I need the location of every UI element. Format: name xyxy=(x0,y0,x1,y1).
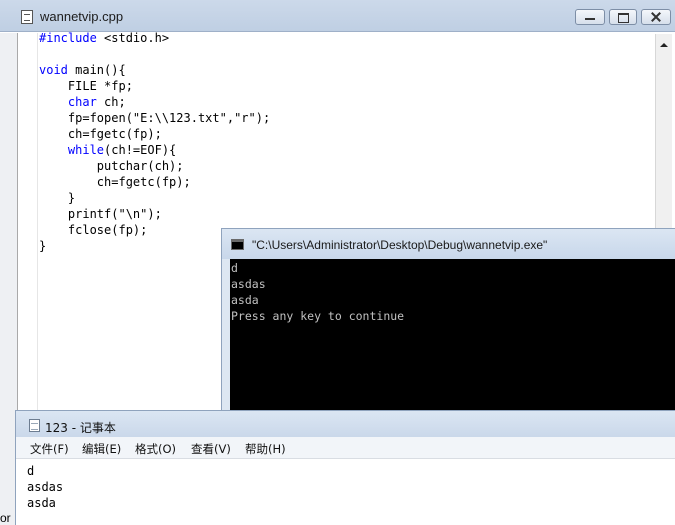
code-line: ch=fgetc(fp); xyxy=(39,175,191,189)
menu-view[interactable]: 查看(V) xyxy=(191,441,231,457)
editor-title: wannetvip.cpp xyxy=(40,9,124,24)
code-line: #include <stdio.h> xyxy=(39,30,649,46)
console-lines: d asdas asda Press any key to continue xyxy=(231,260,404,324)
notepad-title: 123 - 记事本 xyxy=(45,421,116,435)
console-line: Press any key to continue xyxy=(231,309,405,323)
code-line: ch=fgetc(fp); xyxy=(39,127,162,141)
console-line: asda xyxy=(231,293,259,307)
console-output[interactable]: d asdas asda Press any key to continue xyxy=(230,259,675,419)
code-line: putchar(ch); xyxy=(39,159,184,173)
code-text: main(){ xyxy=(67,63,126,77)
console-line: asdas xyxy=(231,277,266,291)
code-text: (ch!=EOF){ xyxy=(104,143,177,157)
code-text: ch; xyxy=(96,95,126,109)
menu-format[interactable]: 格式(O) xyxy=(135,441,176,457)
keyword: void xyxy=(39,63,68,77)
notepad-titlebar[interactable]: 123 - 记事本 xyxy=(16,411,675,437)
menu-file[interactable]: 文件(F) xyxy=(30,441,69,457)
code-line: FILE *fp; xyxy=(39,79,133,93)
code-line: char ch; xyxy=(39,94,649,110)
keyword: char xyxy=(67,95,97,109)
code-line: void main(){ xyxy=(39,62,649,78)
code-line: fp=fopen("E:\\123.txt","r"); xyxy=(39,111,271,125)
menu-edit[interactable]: 编辑(E) xyxy=(82,441,121,457)
notepad-menubar: 文件(F) 编辑(E) 格式(O) 查看(V) 帮助(H) xyxy=(16,437,675,459)
menu-help[interactable]: 帮助(H) xyxy=(245,441,286,457)
console-titlebar[interactable]: "C:\Users\Administrator\Desktop\Debug\wa… xyxy=(222,229,675,259)
code-line: } xyxy=(39,191,76,205)
notepad-text-area[interactable]: d asdas asda xyxy=(27,463,63,511)
text-line: asdas xyxy=(27,480,64,494)
editor-titlebar[interactable]: wannetvip.cpp xyxy=(0,0,675,32)
code-line: printf("\n"); xyxy=(39,207,162,221)
console-title: "C:\Users\Administrator\Desktop\Debug\wa… xyxy=(252,238,548,252)
text-line: d xyxy=(27,464,35,478)
notepad-window: 123 - 记事本 文件(F) 编辑(E) 格式(O) 查看(V) 帮助(H) … xyxy=(15,410,675,525)
console-window: "C:\Users\Administrator\Desktop\Debug\wa… xyxy=(221,228,675,419)
code-line: while(ch!=EOF){ xyxy=(39,142,649,158)
minimize-button[interactable] xyxy=(575,9,605,25)
code-text: <stdio.h> xyxy=(96,31,170,45)
console-icon xyxy=(231,239,244,250)
editor-gutter[interactable] xyxy=(19,33,38,413)
document-icon xyxy=(21,10,33,24)
maximize-button[interactable] xyxy=(609,9,637,25)
vertical-scrollbar[interactable] xyxy=(655,34,672,229)
console-line: d xyxy=(231,261,238,275)
scroll-up-icon[interactable] xyxy=(660,43,668,47)
text-line: asda xyxy=(27,496,56,510)
close-button[interactable] xyxy=(641,9,671,25)
code-area[interactable]: #include <stdio.h> void main(){ FILE *fp… xyxy=(39,30,649,254)
keyword: while xyxy=(67,143,105,157)
partial-background-text: or xyxy=(0,511,11,525)
notepad-icon xyxy=(29,419,40,432)
keyword: #include xyxy=(39,31,97,45)
